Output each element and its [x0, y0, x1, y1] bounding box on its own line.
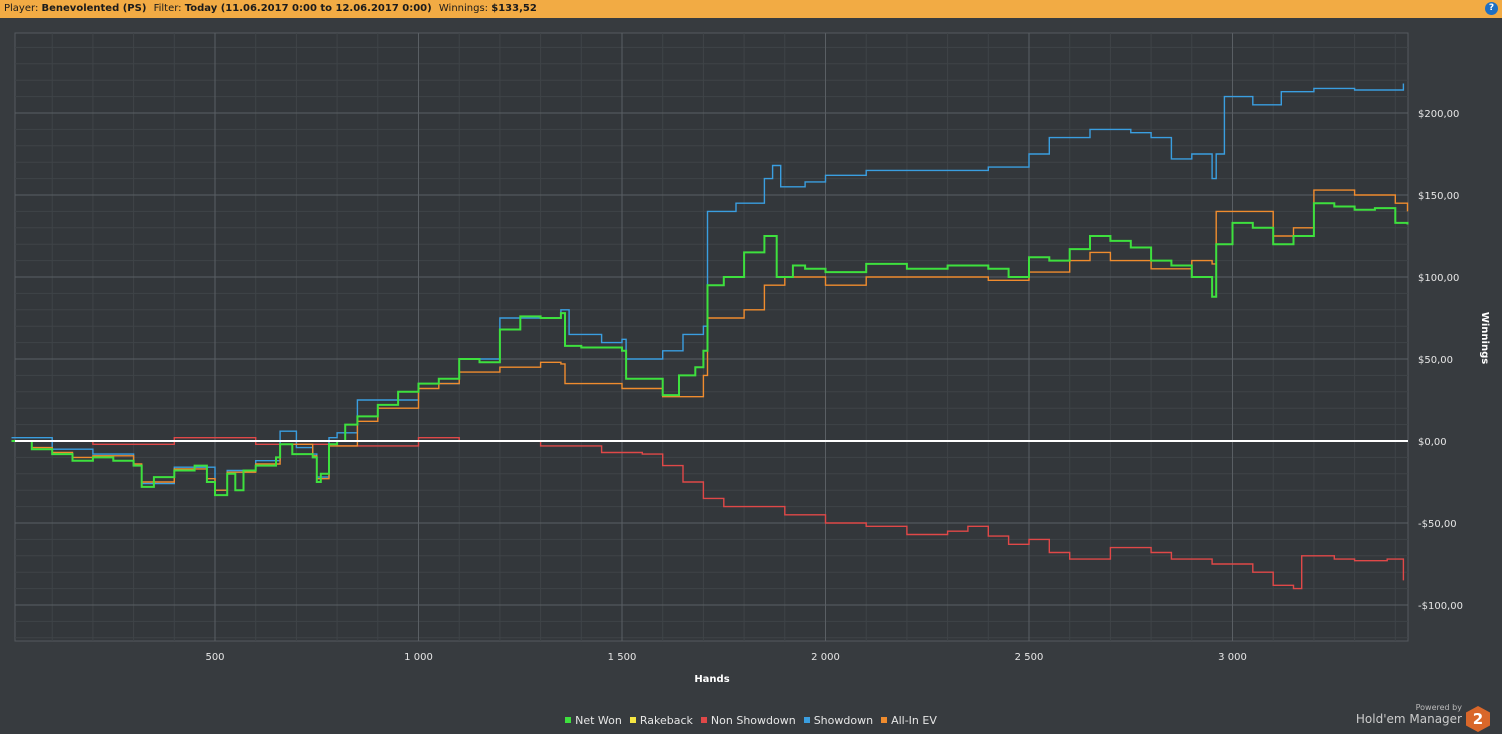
legend-item-all-in-ev[interactable]: All-In EV	[881, 714, 937, 727]
legend-swatch	[700, 717, 707, 723]
y-tick-label: $150,00	[1418, 191, 1459, 202]
product-name: Hold'em Manager	[1355, 712, 1462, 726]
y-tick-label: $0,00	[1418, 437, 1447, 448]
x-tick-label: 2 500	[1015, 652, 1044, 663]
plot-area	[14, 32, 1409, 642]
legend-label: Rakeback	[639, 714, 693, 727]
powered-by: Powered by Hold'em Manager	[1356, 703, 1462, 726]
legend-swatch	[803, 717, 810, 723]
legend-item-net-won[interactable]: Net Won	[565, 714, 622, 727]
legend-item-rakeback[interactable]: Rakeback	[629, 714, 693, 727]
legend-label: Non Showdown	[710, 714, 796, 727]
y-tick-label: -$100,00	[1418, 601, 1463, 612]
chart-legend: Net Won Rakeback Non Showdown Showdown All-I…	[0, 714, 1502, 727]
y-tick-label: $100,00	[1418, 273, 1459, 284]
legend-swatch	[629, 717, 636, 723]
x-tick-label: 500	[205, 652, 224, 663]
legend-item-non-showdown[interactable]: Non Showdown	[700, 714, 796, 727]
legend-swatch	[881, 717, 888, 723]
hm2-logo: 2	[1466, 706, 1490, 732]
y-tick-label: $200,00	[1418, 109, 1459, 120]
legend-swatch	[565, 717, 572, 723]
x-tick-label: 3 000	[1218, 652, 1247, 663]
y-tick-label: $50,00	[1418, 355, 1453, 366]
x-tick-label: 1 500	[608, 652, 637, 663]
legend-label: Showdown	[813, 714, 874, 727]
powered-by-text: Powered by	[1415, 703, 1462, 712]
x-axis-label: Hands	[694, 674, 729, 685]
winnings-chart: -$100,00 -$50,00 $0,00 $50,00 $100,00 $150,00…	[11, 32, 1490, 685]
x-tick-label: 1 000	[404, 652, 433, 663]
y-tick-label: -$50,00	[1418, 519, 1457, 530]
legend-label: Net Won	[575, 714, 622, 727]
legend-label: All-In EV	[891, 714, 937, 727]
y-axis-label: Winnings	[1479, 312, 1490, 364]
x-tick-label: 2 000	[811, 652, 840, 663]
legend-item-showdown[interactable]: Showdown	[803, 714, 874, 727]
